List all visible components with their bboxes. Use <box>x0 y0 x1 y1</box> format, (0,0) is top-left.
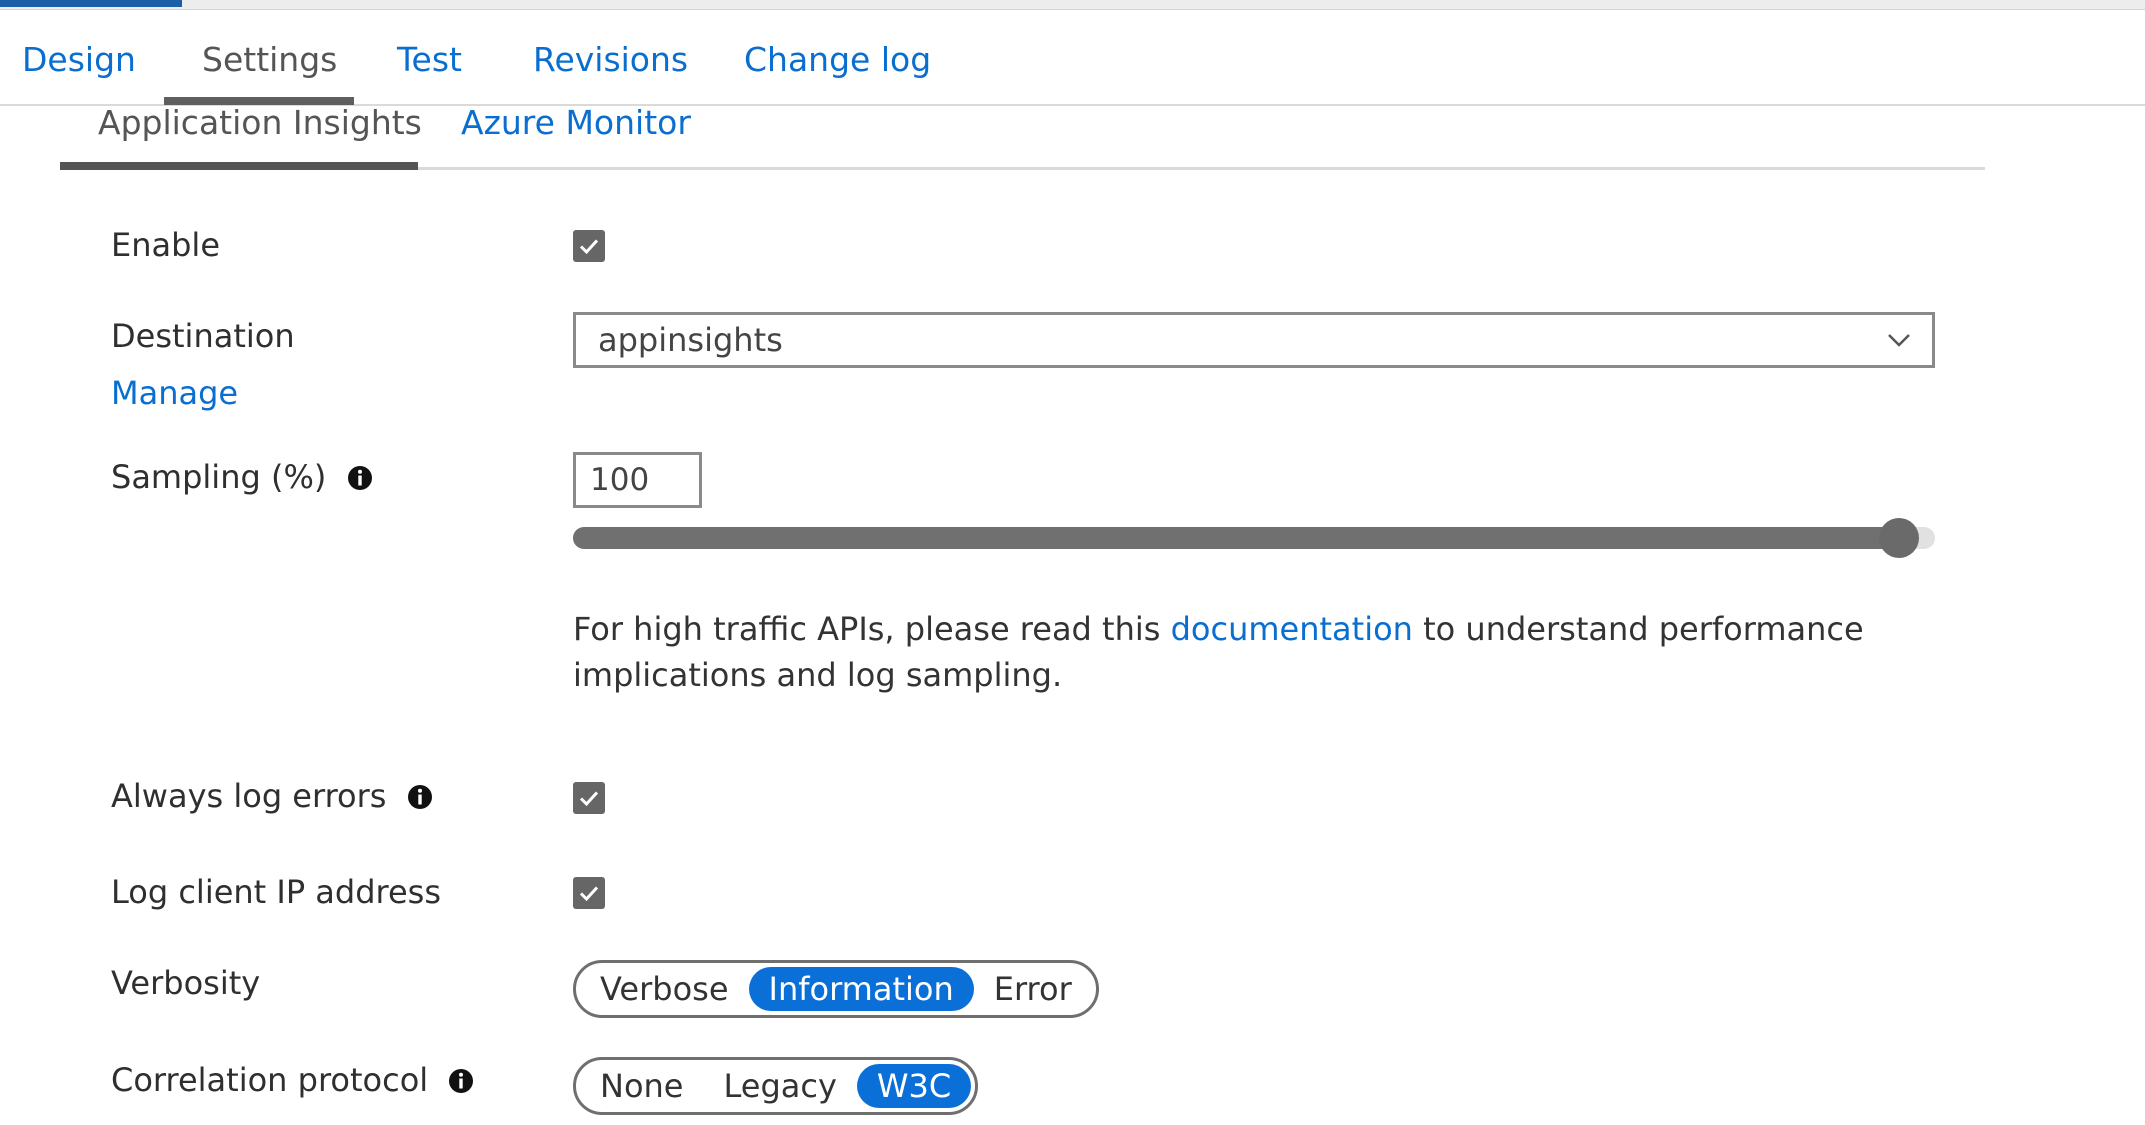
tab-revisions[interactable]: Revisions <box>533 38 688 82</box>
correlation-protocol-toggle[interactable]: None Legacy W3C <box>573 1057 979 1115</box>
info-icon[interactable] <box>407 784 433 810</box>
chevron-down-icon <box>1888 334 1910 347</box>
log-client-ip-label: Log client IP address <box>111 873 442 911</box>
correlation-option-none[interactable]: None <box>580 1064 703 1108</box>
destination-select-value: appinsights <box>598 321 783 359</box>
destination-select[interactable]: appinsights <box>573 312 1935 368</box>
verbosity-option-information[interactable]: Information <box>748 967 974 1011</box>
sampling-slider-fill <box>573 527 1899 549</box>
sampling-input[interactable]: 100 <box>573 452 702 508</box>
checkmark-icon <box>579 239 599 255</box>
sampling-help-text: For high traffic APIs, please read this … <box>573 606 1973 698</box>
always-log-errors-label: Always log errors <box>111 777 387 815</box>
destination-label: Destination <box>111 317 295 355</box>
verbosity-toggle[interactable]: Verbose Information Error <box>573 960 1099 1018</box>
sampling-label: Sampling (%) <box>111 458 327 496</box>
tab-design[interactable]: Design <box>22 38 136 82</box>
enable-checkbox[interactable] <box>573 230 605 262</box>
manage-link[interactable]: Manage <box>111 371 238 415</box>
subtab-application-insights[interactable]: Application Insights <box>98 101 422 145</box>
subtab-azure-monitor[interactable]: Azure Monitor <box>461 101 691 145</box>
verbosity-option-error[interactable]: Error <box>974 967 1092 1011</box>
documentation-link[interactable]: documentation <box>1171 610 1413 648</box>
log-client-ip-checkbox[interactable] <box>573 877 605 909</box>
verbosity-option-verbose[interactable]: Verbose <box>580 967 749 1011</box>
sampling-slider-thumb[interactable] <box>1879 518 1919 558</box>
top-bar-accent <box>0 0 182 7</box>
help-text-before: For high traffic APIs, please read this <box>573 610 1171 648</box>
sampling-label-row: Sampling (%) <box>111 455 373 499</box>
info-icon[interactable] <box>347 465 373 491</box>
correlation-option-w3c[interactable]: W3C <box>856 1064 972 1108</box>
tab-change-log[interactable]: Change log <box>744 38 931 82</box>
correlation-protocol-row: Correlation protocol <box>111 1058 474 1102</box>
verbosity-label: Verbosity <box>111 964 261 1002</box>
always-log-errors-row: Always log errors <box>111 774 433 818</box>
enable-label: Enable <box>111 226 220 264</box>
subtab-active-indicator <box>60 162 418 170</box>
checkmark-icon <box>579 886 599 902</box>
correlation-option-legacy[interactable]: Legacy <box>703 1064 856 1108</box>
checkmark-icon <box>579 791 599 807</box>
info-icon[interactable] <box>448 1068 474 1094</box>
top-bar <box>0 0 2145 10</box>
correlation-protocol-label: Correlation protocol <box>111 1061 429 1099</box>
always-log-errors-checkbox[interactable] <box>573 782 605 814</box>
tab-test[interactable]: Test <box>397 38 462 82</box>
tab-settings[interactable]: Settings <box>202 38 337 82</box>
